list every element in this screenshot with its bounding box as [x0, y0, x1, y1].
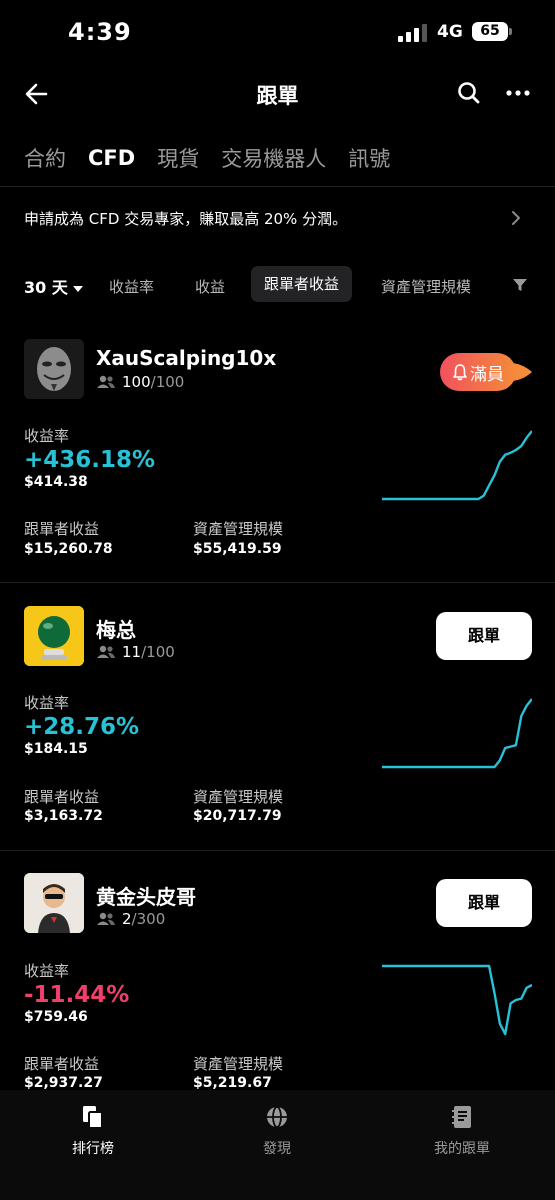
- roi-label: 收益率: [24, 694, 70, 712]
- avatar: [24, 339, 84, 399]
- follower-pnl-value: $2,937.27: [24, 1075, 103, 1091]
- pnl-value: $184.15: [24, 741, 88, 757]
- roi-sparkline: [382, 430, 532, 501]
- follower-pnl-label: 跟單者收益: [24, 1055, 100, 1073]
- bottom-nav-label: 排行榜: [72, 1141, 114, 1157]
- aum-value: $20,717.79: [193, 808, 282, 824]
- category-tabs: 合約 CFD 現貨 交易機器人 訊號: [24, 140, 412, 176]
- followers-current: 100: [122, 373, 151, 391]
- more-icon[interactable]: [504, 80, 532, 106]
- followers-max: /100: [150, 373, 185, 391]
- copy-trade-button[interactable]: 跟單: [436, 612, 532, 660]
- trader-name[interactable]: 黄金头皮哥: [96, 881, 196, 910]
- aum-label: 資產管理規模: [193, 520, 284, 538]
- pnl-value: $759.46: [24, 1009, 88, 1025]
- users-icon: [97, 912, 115, 925]
- sort-follower-pnl[interactable]: 跟單者收益: [251, 266, 353, 302]
- signal-icon: [398, 24, 428, 42]
- battery-icon: 65: [472, 22, 508, 41]
- banner-text: 申請成為 CFD 交易專家，賺取最高 20% 分潤。: [24, 210, 348, 228]
- nav-bar: 跟單: [0, 66, 555, 122]
- tab-spot[interactable]: 現貨: [157, 143, 199, 173]
- battery-tip: [509, 28, 512, 35]
- aum-value: $55,419.59: [193, 541, 282, 557]
- roi-label: 收益率: [24, 427, 70, 445]
- bottom-nav-leaderboard[interactable]: 排行榜: [33, 1104, 153, 1158]
- followers-max: /100: [141, 643, 175, 661]
- trader-name[interactable]: XauScalping10x: [96, 346, 276, 370]
- full-badge: 滿員: [440, 353, 532, 393]
- card-divider: [0, 850, 555, 851]
- bottom-nav: 排行榜 發現 我的跟單: [0, 1090, 555, 1200]
- follower-count: 11/100: [96, 643, 175, 661]
- leaderboard-icon: [83, 1106, 103, 1129]
- bottom-nav-my-copy[interactable]: 我的跟單: [402, 1104, 522, 1158]
- status-bar: 4:39 4G 65: [0, 0, 555, 66]
- followers-current: 2: [122, 910, 132, 928]
- roi-sparkline: [382, 964, 532, 1036]
- avatar: [24, 873, 84, 933]
- tab-trading-bot[interactable]: 交易機器人: [221, 143, 326, 173]
- sort-roi[interactable]: 收益率: [109, 276, 154, 297]
- pnl-value: $414.38: [24, 474, 88, 490]
- caret-down-icon: [72, 285, 83, 292]
- follower-pnl-label: 跟單者收益: [24, 788, 100, 806]
- follower-pnl-value: $3,163.72: [24, 808, 103, 824]
- filter-icon[interactable]: [512, 277, 528, 293]
- trader-name[interactable]: 梅总: [96, 614, 136, 643]
- roi-value: -11.44%: [24, 982, 130, 1008]
- period-dropdown[interactable]: 30 天: [24, 274, 83, 298]
- follower-pnl-value: $15,260.78: [24, 541, 113, 557]
- roi-sparkline: [382, 698, 532, 769]
- roi-label: 收益率: [24, 962, 70, 980]
- aum-value: $5,219.67: [193, 1075, 272, 1091]
- card-divider: [0, 582, 555, 583]
- users-icon: [97, 645, 115, 658]
- status-time: 4:39: [68, 18, 132, 46]
- sort-aum[interactable]: 資產管理規模: [381, 276, 471, 297]
- tabs-divider: [0, 186, 555, 187]
- search-icon[interactable]: [456, 80, 482, 106]
- sort-filters: 30 天 收益率 收益 跟單者收益 資產管理規模: [0, 266, 555, 304]
- roi-value: +436.18%: [24, 447, 156, 473]
- bottom-nav-label: 我的跟單: [434, 1141, 490, 1157]
- bottom-nav-label: 發現: [263, 1141, 291, 1157]
- cfd-expert-banner[interactable]: 申請成為 CFD 交易專家，賺取最高 20% 分潤。: [0, 200, 555, 238]
- follower-pnl-label: 跟單者收益: [24, 520, 100, 538]
- copy-trade-button[interactable]: 跟單: [436, 879, 532, 927]
- chevron-right-icon: [512, 211, 520, 225]
- sparkline-path: [382, 964, 532, 1036]
- bottom-nav-discover[interactable]: 發現: [217, 1104, 337, 1158]
- notebook-icon: [452, 1106, 471, 1128]
- followers-max: /300: [131, 910, 166, 928]
- follower-count: 100/100: [96, 373, 184, 391]
- globe-icon: [267, 1106, 287, 1128]
- roi-value: +28.76%: [24, 714, 140, 740]
- tab-signal[interactable]: 訊號: [348, 143, 390, 173]
- avatar: [24, 606, 84, 666]
- period-label: 30 天: [24, 278, 68, 297]
- users-icon: [97, 375, 115, 388]
- full-label: 滿員: [470, 365, 504, 385]
- bell-icon: [453, 364, 467, 381]
- sort-pnl[interactable]: 收益: [195, 276, 225, 297]
- sparkline-path: [382, 698, 532, 769]
- followers-current: 11: [122, 643, 142, 661]
- tab-cfd[interactable]: CFD: [88, 146, 135, 170]
- aum-label: 資產管理規模: [193, 788, 284, 806]
- network-type: 4G: [437, 22, 463, 42]
- aum-label: 資產管理規模: [193, 1055, 284, 1073]
- follower-count: 2/300: [96, 910, 165, 928]
- sparkline-path: [382, 430, 532, 501]
- tab-contract[interactable]: 合約: [24, 143, 66, 173]
